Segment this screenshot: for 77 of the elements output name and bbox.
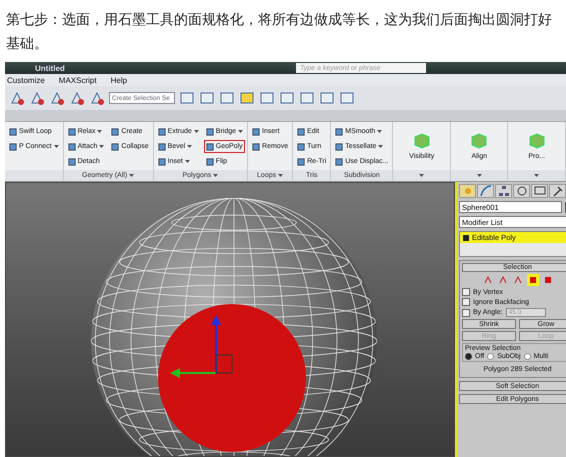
caret-icon [194, 130, 199, 134]
toolbar-window-icon[interactable] [299, 90, 315, 106]
square-icon [206, 158, 214, 166]
square-icon [206, 128, 214, 136]
toolbar-window-icon[interactable] [259, 90, 275, 106]
caret-icon [377, 130, 382, 134]
caret-icon [129, 174, 134, 178]
square-icon [9, 142, 17, 150]
square-icon [9, 128, 17, 136]
toolbar-window-icon[interactable] [219, 90, 235, 106]
toolbar-window-icon[interactable] [339, 90, 355, 106]
hammer-icon [550, 184, 564, 198]
checkbox[interactable] [462, 288, 470, 296]
caret-icon [476, 174, 482, 178]
square-icon [252, 128, 260, 136]
square-icon [335, 128, 344, 136]
square-icon [206, 142, 214, 150]
curve-icon [478, 184, 492, 198]
circle-icon [514, 184, 528, 198]
snap-icon[interactable] [29, 90, 45, 106]
caret-icon [278, 174, 284, 178]
snap-icon[interactable] [89, 90, 105, 106]
caret-icon [238, 130, 244, 134]
panel-tab[interactable] [513, 184, 530, 198]
square-icon [335, 158, 344, 166]
square-icon [111, 128, 120, 136]
caret-icon [97, 130, 102, 134]
subobject-level[interactable] [512, 274, 524, 286]
square-icon [297, 128, 306, 136]
square-icon [158, 142, 166, 150]
caret-icon [419, 174, 424, 178]
square-icon [335, 142, 344, 150]
caret-icon [187, 144, 192, 148]
snap-icon[interactable] [9, 90, 25, 106]
toolbar-window-icon[interactable] [239, 90, 255, 106]
checkbox[interactable] [462, 298, 470, 306]
panel-tab[interactable] [477, 184, 494, 198]
subobject-level[interactable] [482, 274, 494, 286]
menu-item[interactable]: Customize [7, 76, 45, 84]
viewport[interactable] [5, 182, 455, 457]
square-icon [463, 234, 469, 240]
radio-button[interactable] [465, 353, 472, 360]
square-icon [158, 158, 166, 166]
checkbox[interactable] [462, 308, 470, 316]
toolbar-window-icon[interactable] [319, 90, 335, 106]
square-icon [68, 158, 76, 166]
caret-icon [99, 144, 104, 148]
subobject-level[interactable] [526, 274, 538, 286]
panel-tab[interactable] [549, 184, 566, 198]
square-icon [68, 142, 76, 150]
caret-icon [534, 174, 540, 178]
square-icon [158, 128, 166, 136]
caret-icon [184, 160, 190, 164]
square-icon [68, 128, 76, 136]
caret-icon [213, 174, 218, 178]
menu-item[interactable]: Help [110, 76, 128, 84]
menu-item[interactable]: MAXScript [58, 76, 97, 84]
toolbar-window-icon[interactable] [279, 90, 295, 106]
radio-button[interactable] [487, 353, 494, 360]
panel-tab[interactable] [531, 184, 548, 198]
square-icon [297, 158, 306, 166]
square-icon [252, 142, 260, 150]
subobject-level[interactable] [496, 274, 508, 286]
toolbar-window-icon[interactable] [179, 90, 195, 106]
snap-icon[interactable] [69, 90, 85, 106]
move-gizmo-icon [170, 315, 232, 378]
window-title: Untitled [35, 64, 65, 72]
square-icon [111, 142, 120, 150]
snap-icon[interactable] [49, 90, 65, 106]
caret-icon [54, 144, 59, 148]
hierarchy-icon [496, 184, 510, 198]
step-caption: 第七步：选面，用石墨工具的面规格化，将所有边做成等长，这为我们后面掏出圆洞打好基础。 [5, 11, 553, 54]
panel-tab[interactable] [495, 184, 512, 198]
square-icon [297, 142, 306, 150]
radio-button[interactable] [524, 353, 531, 360]
caret-icon [378, 144, 384, 148]
toolbar-window-icon[interactable] [199, 90, 215, 106]
